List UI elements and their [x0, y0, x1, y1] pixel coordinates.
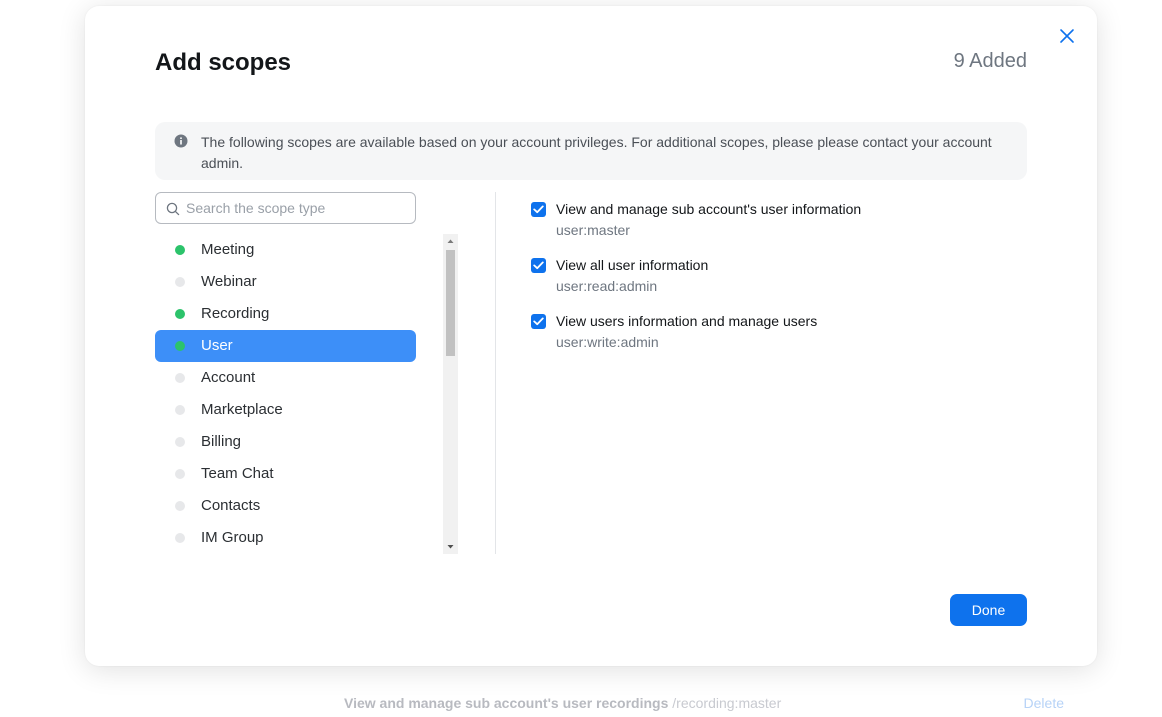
- search-icon: [166, 202, 180, 216]
- column-divider: [495, 192, 496, 554]
- search-input[interactable]: [186, 193, 411, 223]
- info-banner: The following scopes are available based…: [155, 122, 1027, 180]
- category-label: Billing: [201, 433, 242, 450]
- scope-list: View and manage sub account's user infor…: [531, 201, 1031, 369]
- scope-title: View users information and manage users: [556, 313, 818, 329]
- check-icon: [533, 205, 544, 214]
- check-icon: [533, 317, 544, 326]
- check-icon: [533, 261, 544, 270]
- scope-title: View all user information: [556, 257, 709, 273]
- category-label: Recording: [201, 305, 270, 322]
- scope-checkbox[interactable]: [531, 314, 546, 329]
- category-item-marketplace[interactable]: Marketplace: [155, 394, 416, 426]
- category-item-account[interactable]: Account: [155, 362, 416, 394]
- status-dot: [175, 501, 185, 511]
- category-item-team-chat[interactable]: Team Chat: [155, 458, 416, 490]
- category-item-user[interactable]: User: [155, 330, 416, 362]
- scope-key: user:write:admin: [556, 334, 659, 350]
- category-label: Account: [201, 369, 256, 386]
- category-label: Marketplace: [201, 401, 283, 418]
- background-scope-title: View and manage sub account's user recor…: [344, 695, 782, 711]
- scrollbar-thumb[interactable]: [446, 250, 455, 356]
- scroll-up-icon[interactable]: [443, 234, 458, 248]
- status-dot: [175, 469, 185, 479]
- background-delete-link[interactable]: Delete: [1024, 695, 1064, 711]
- status-dot: [175, 245, 185, 255]
- scope-checkbox[interactable]: [531, 202, 546, 217]
- info-icon: [174, 134, 188, 148]
- scope-checkbox[interactable]: [531, 258, 546, 273]
- category-item-recording[interactable]: Recording: [155, 298, 416, 330]
- category-label: Team Chat: [201, 465, 274, 482]
- category-item-webinar[interactable]: Webinar: [155, 266, 416, 298]
- scope-item: View users information and manage users …: [531, 313, 1031, 369]
- status-dot: [175, 405, 185, 415]
- category-label: Contacts: [201, 497, 261, 514]
- status-dot: [175, 373, 185, 383]
- category-label: Meeting: [201, 241, 255, 258]
- background-scope-row: View and manage sub account's user recor…: [344, 694, 1064, 714]
- category-label: IM Group: [201, 529, 264, 546]
- scope-key: user:master: [556, 222, 630, 238]
- scope-title: View and manage sub account's user infor…: [556, 201, 862, 217]
- category-label: Webinar: [201, 273, 257, 290]
- info-text: The following scopes are available based…: [201, 134, 992, 171]
- category-item-im-group[interactable]: IM Group: [155, 522, 416, 554]
- status-dot: [175, 341, 185, 351]
- scope-key: user:read:admin: [556, 278, 658, 294]
- dialog-title: Add scopes: [155, 49, 292, 76]
- status-dot: [175, 437, 185, 447]
- category-scrollbar[interactable]: [443, 234, 458, 554]
- category-item-meeting[interactable]: Meeting: [155, 234, 416, 266]
- done-button[interactable]: Done: [950, 594, 1027, 626]
- category-item-billing[interactable]: Billing: [155, 426, 416, 458]
- add-scopes-dialog: Add scopes 9 Added The following scopes …: [85, 6, 1097, 666]
- status-dot: [175, 533, 185, 543]
- scope-item: View all user information user:read:admi…: [531, 257, 1031, 313]
- status-dot: [175, 309, 185, 319]
- added-count: 9 Added: [953, 50, 1027, 72]
- close-icon[interactable]: [1058, 27, 1076, 45]
- category-label: User: [201, 337, 233, 354]
- category-item-contacts[interactable]: Contacts: [155, 490, 416, 522]
- category-list: Meeting Webinar Recording User Account M…: [155, 234, 416, 554]
- scroll-down-icon[interactable]: [443, 540, 458, 554]
- scope-search: [155, 192, 416, 224]
- scope-item: View and manage sub account's user infor…: [531, 201, 1031, 257]
- status-dot: [175, 277, 185, 287]
